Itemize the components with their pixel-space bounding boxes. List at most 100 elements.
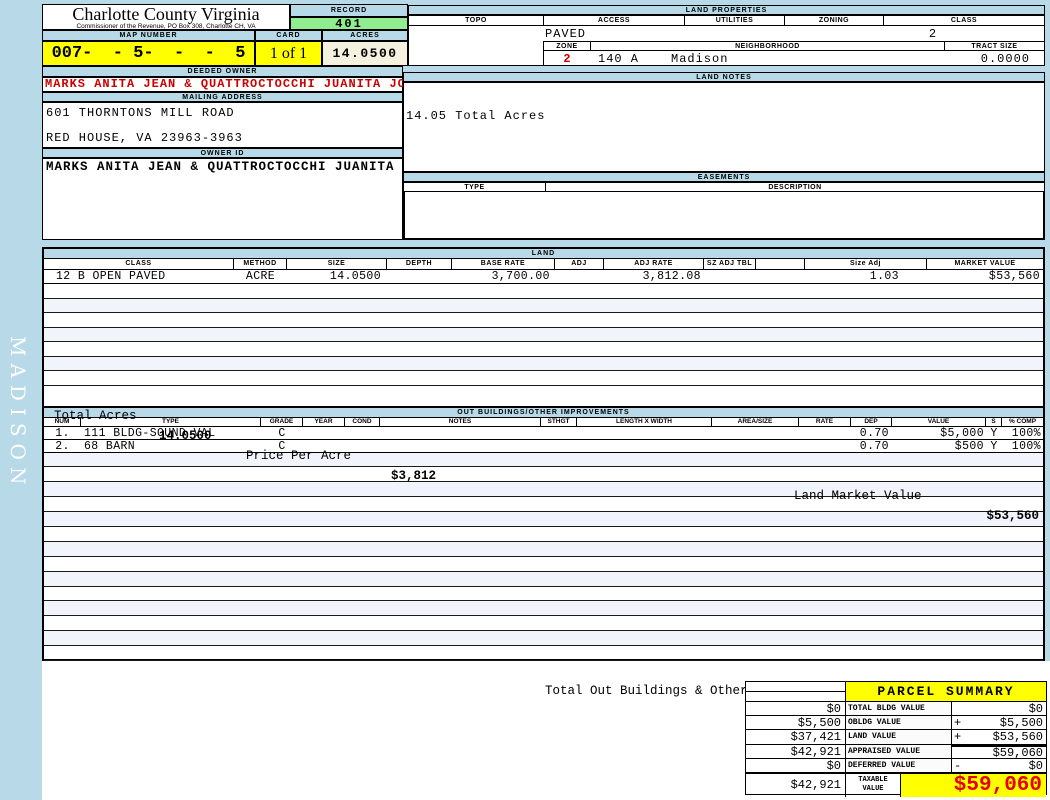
land-col-class: CLASS bbox=[44, 259, 234, 269]
land-class: 12 B OPEN PAVED bbox=[56, 270, 166, 283]
appraised-value-cell: $59,060 bbox=[952, 744, 1046, 759]
parcel-summary-spacer bbox=[746, 682, 846, 701]
easement-type-label: TYPE bbox=[404, 183, 546, 191]
ob2-spacer bbox=[303, 440, 851, 452]
ob-col-sthgt: STHGT bbox=[541, 417, 577, 426]
deeded-owner-value: MARKS ANITA JEAN & QUATTROCTOCCHI JUANIT… bbox=[42, 77, 421, 92]
appraised-op bbox=[952, 747, 968, 758]
neighborhood-name: Madison bbox=[671, 52, 729, 66]
utilities-column-label: UTILITIES bbox=[685, 16, 785, 25]
county-subtitle: Commissioner of the Revenue, PO Box 308,… bbox=[76, 23, 256, 30]
land-base-rate: 3,700.00 bbox=[491, 270, 550, 283]
land-notes-text: 14.05 Total Acres bbox=[406, 109, 546, 123]
empty-row bbox=[44, 646, 1043, 661]
empty-row bbox=[44, 313, 1043, 328]
land-value-row: $37,421 LAND VALUE + $53,560 bbox=[746, 730, 1046, 745]
topo-column-label: TOPO bbox=[409, 16, 544, 25]
land-value-op: + bbox=[954, 730, 962, 745]
acres-value: 14.0500 bbox=[322, 41, 408, 66]
land-col-sz-adj-tbl: SZ ADJ TBL bbox=[704, 259, 756, 269]
zoning-column-label: ZONING bbox=[785, 16, 884, 25]
mailing-address-box: 601 THORNTONS MILL ROAD RED HOUSE, VA 23… bbox=[42, 102, 403, 148]
taxable-value-row: $42,921 TAXABLE VALUE $59,060 bbox=[746, 772, 1046, 797]
owner-id-value: MARKS ANITA JEAN & QUATTROCTOCCHI JUANIT… bbox=[46, 160, 438, 174]
obldg-value-cell: + $5,500 bbox=[952, 716, 1046, 731]
ob-col-rate: RATE bbox=[799, 417, 851, 426]
access-column-label: ACCESS bbox=[544, 16, 685, 25]
ob2-comp: 100% bbox=[1011, 439, 1041, 452]
land-size-adj: 1.03 bbox=[869, 270, 899, 283]
parcel-summary-header: PARCEL SUMMARY bbox=[746, 682, 1046, 702]
obldg-value-row: $5,500 OBLDG VALUE + $5,500 bbox=[746, 716, 1046, 731]
map-number-label: MAP NUMBER bbox=[42, 30, 255, 41]
land-adj bbox=[555, 270, 604, 283]
zone-label: ZONE bbox=[544, 42, 591, 50]
land-col-adj-rate: ADJ RATE bbox=[604, 259, 704, 269]
ob1-comp: 100% bbox=[1011, 426, 1041, 439]
land-properties-value-row: PAVED 2 bbox=[543, 26, 1045, 41]
tract-size-label: TRACT SIZE bbox=[971, 43, 1018, 50]
land-col-adj: ADJ bbox=[555, 259, 604, 269]
topo-value-area bbox=[408, 26, 543, 66]
empty-row bbox=[44, 616, 1043, 632]
zone-header-row: ZONE NEIGHBORHOOD TRACT SIZE bbox=[543, 41, 1045, 51]
land-data-row: 12 B OPEN PAVED ACRE 14.0500 3,700.00 3,… bbox=[44, 270, 1043, 284]
empty-row bbox=[44, 527, 1043, 542]
land-notes-box: 14.05 Total Acres bbox=[403, 82, 1045, 172]
land-blank bbox=[756, 270, 805, 283]
land-empty-rows bbox=[44, 284, 1043, 386]
total-bldg-value-row: $0 TOTAL BLDG VALUE $0 bbox=[746, 702, 1046, 717]
empty-row bbox=[44, 512, 1043, 527]
empty-row bbox=[44, 356, 1043, 371]
address-line1: 601 THORNTONS MILL ROAD bbox=[46, 106, 235, 120]
empty-row bbox=[44, 601, 1043, 617]
ob1-s: Y bbox=[990, 426, 998, 439]
out-buildings-title: OUT BUILDINGS/OTHER IMPROVEMENTS bbox=[44, 406, 1043, 418]
taxable-prior: $42,921 bbox=[746, 773, 846, 797]
appraised-value-row: $42,921 APPRAISED VALUE $59,060 bbox=[746, 744, 1046, 759]
total-bldg-op bbox=[952, 702, 968, 715]
ob-col-s: S bbox=[986, 417, 1002, 426]
land-value-label: LAND VALUE bbox=[846, 730, 952, 745]
appraised-label: APPRAISED VALUE bbox=[846, 744, 952, 759]
total-acres-value: 14.0500 bbox=[159, 428, 212, 443]
land-section-title: LAND bbox=[44, 249, 1043, 259]
land-col-base-rate: BASE RATE bbox=[452, 259, 555, 269]
ob-col-area-size: AREA/SIZE bbox=[712, 417, 799, 426]
land-col-blank bbox=[756, 259, 805, 269]
county-header: Charlotte County Virginia Commissioner o… bbox=[42, 4, 290, 30]
land-col-method: METHOD bbox=[234, 259, 287, 269]
class-column-label: CLASS bbox=[950, 17, 978, 24]
total-bldg-value-cell: $0 bbox=[952, 702, 1046, 717]
deferred-prior: $0 bbox=[746, 758, 846, 773]
empty-row bbox=[44, 284, 1043, 299]
parcel-summary-title: PARCEL SUMMARY bbox=[846, 682, 1046, 701]
easements-box bbox=[403, 192, 1045, 240]
ob1-value: $5,000 bbox=[940, 426, 984, 439]
county-title: Charlotte County Virginia bbox=[72, 4, 260, 24]
deferred-value: $0 bbox=[1028, 758, 1043, 773]
ob1-dep: 0.70 bbox=[859, 426, 889, 439]
ob2-dep: 0.70 bbox=[859, 439, 889, 452]
land-properties-header-row: TOPO ACCESS UTILITIES ZONING CLASS bbox=[408, 15, 1045, 26]
appraised-prior: $42,921 bbox=[746, 744, 846, 759]
easements-header-row: TYPE DESCRIPTION bbox=[403, 182, 1045, 192]
land-col-size: SIZE bbox=[287, 259, 387, 269]
taxable-label: TAXABLE VALUE bbox=[846, 773, 901, 797]
ob-col-year: YEAR bbox=[303, 417, 345, 426]
parcel-summary-spacer-divider bbox=[746, 682, 845, 692]
empty-row bbox=[44, 452, 1043, 468]
ob-col-cond: COND bbox=[345, 417, 380, 426]
map-number-value: 007- - 5- - - 5 bbox=[42, 41, 255, 66]
land-value-value: $53,560 bbox=[992, 730, 1043, 745]
land-method: ACRE bbox=[245, 270, 276, 283]
obldg-value: $5,500 bbox=[999, 716, 1043, 731]
deferred-label: DEFERRED VALUE bbox=[846, 758, 952, 773]
zone-value: 2 bbox=[563, 52, 572, 66]
empty-row bbox=[44, 541, 1043, 557]
ob-col-notes: NOTES bbox=[380, 417, 541, 426]
ob2-value: $500 bbox=[954, 439, 984, 452]
total-acres-label: Total Acres bbox=[54, 408, 137, 423]
land-market-value-label: Land Market Value bbox=[794, 488, 922, 503]
land-market-value-total: $53,560 bbox=[986, 508, 1039, 523]
